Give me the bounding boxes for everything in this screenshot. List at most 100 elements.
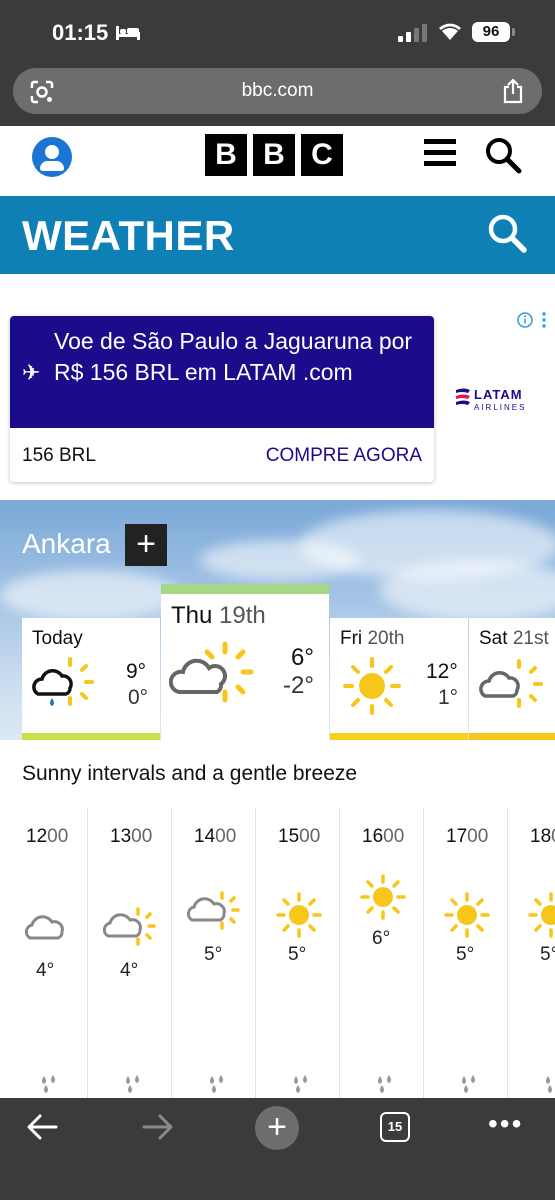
hour-label: 1200	[26, 826, 69, 847]
hour-label: 1600	[362, 826, 405, 847]
high-temp: 9°	[126, 660, 147, 683]
hour-temp: 4°	[36, 960, 55, 981]
hourly-slot[interactable]: 1200 4°	[4, 808, 88, 1098]
high-temp: 6°	[291, 644, 314, 671]
sunny-intervals-icon	[186, 891, 240, 930]
day-color-bar	[22, 733, 160, 740]
hour-label: 1500	[278, 826, 321, 847]
url-text: bbc.com	[241, 80, 314, 101]
day-name: Thu 19th	[171, 602, 266, 629]
day-name: Fri 20th	[340, 628, 405, 649]
wifi-icon	[439, 23, 461, 40]
cloud-icon	[24, 915, 64, 940]
sunny-intervals-icon	[102, 907, 156, 946]
logo-letter: B	[253, 134, 295, 176]
new-tab-button[interactable]: +	[255, 1106, 299, 1150]
ad-info-icon[interactable]	[516, 310, 550, 330]
latam-brand: LATAM	[474, 387, 523, 402]
sunny-icon	[528, 892, 555, 938]
share-icon[interactable]	[502, 78, 524, 104]
bbc-header: B B C	[0, 126, 555, 196]
day-name: Sat 21st	[479, 628, 549, 649]
hour-temp: 5°	[288, 944, 307, 965]
sunny-intervals-icon	[479, 659, 543, 708]
ad-footer: 156 BRL COMPRE AGORA	[10, 428, 434, 482]
day-card-thu[interactable]: Thu 19th 6° -2°	[161, 584, 329, 740]
day-color-bar	[469, 733, 555, 740]
precipitation-icon	[210, 1075, 223, 1093]
airplane-icon: ✈	[22, 360, 41, 385]
battery-indicator: 96	[472, 22, 515, 42]
sunny-icon	[360, 874, 406, 920]
low-temp: 0°	[128, 686, 149, 709]
weather-section-banner: WEATHER	[0, 196, 555, 274]
latam-logo[interactable]: LATAM AIRLINES	[454, 384, 524, 415]
hourly-slot[interactable]: 1500 5°	[256, 808, 340, 1098]
hour-temp: 5°	[540, 944, 555, 965]
hourly-slot[interactable]: 1700 5°	[424, 808, 508, 1098]
hourly-slot[interactable]: 1300 4°	[88, 808, 172, 1098]
ad-banner[interactable]: ✈ Voe de São Paulo a Jaguaruna por R$ 15…	[10, 316, 434, 428]
advertisement: ✈ Voe de São Paulo a Jaguaruna por R$ 15…	[0, 306, 555, 492]
status-bar: 01:15 96	[0, 0, 555, 64]
forecast-summary: Sunny intervals and a gentle breeze	[22, 762, 358, 785]
hourly-slot[interactable]: 1600 6°	[340, 808, 424, 1098]
cellular-signal-icon	[398, 24, 427, 42]
hour-temp: 4°	[120, 960, 139, 981]
sunny-icon	[343, 657, 401, 715]
day-card-sat[interactable]: Sat 21st	[469, 618, 555, 740]
status-time: 01:15	[52, 20, 109, 45]
day-card-fri[interactable]: Fri 20th 12° 1°	[330, 618, 468, 740]
browser-toolbar: bbc.com	[0, 64, 555, 126]
ad-cta-button[interactable]: COMPRE AGORA	[266, 445, 422, 467]
location-search-icon[interactable]	[486, 212, 528, 254]
search-icon[interactable]	[484, 136, 522, 174]
low-temp: 1°	[438, 686, 459, 709]
forecast-panel: Ankara + Today 9° 0° Thu 19th 6° -2° Fri…	[0, 500, 555, 740]
tab-switcher-button[interactable]: 15	[380, 1112, 410, 1142]
hour-label: 1700	[446, 826, 489, 847]
logo-letter: B	[205, 134, 247, 176]
hour-temp: 5°	[456, 944, 475, 965]
low-temp: -2°	[283, 672, 314, 699]
section-title[interactable]: WEATHER	[22, 212, 235, 260]
hour-temp: 5°	[204, 944, 223, 965]
day-name: Today	[32, 628, 83, 649]
forward-arrow-icon[interactable]	[142, 1112, 174, 1142]
sunny-intervals-icon	[169, 641, 254, 703]
browser-bottom-bar: + 15 •••	[0, 1098, 555, 1200]
precipitation-icon	[378, 1075, 391, 1093]
account-icon[interactable]	[32, 137, 72, 177]
hour-temp: 6°	[372, 928, 391, 949]
sunny-icon	[444, 892, 490, 938]
menu-icon[interactable]	[424, 139, 456, 169]
hourly-slot[interactable]: 1400 5°	[172, 808, 256, 1098]
ad-price: 156 BRL	[22, 445, 96, 466]
latam-logo-icon	[456, 388, 470, 405]
precipitation-icon	[462, 1075, 475, 1093]
hour-label: 1300	[110, 826, 153, 847]
precipitation-icon	[126, 1075, 139, 1093]
day-color-bar	[330, 733, 468, 740]
logo-letter: C	[301, 134, 343, 176]
hour-label: 180	[530, 826, 555, 847]
hourly-forecast[interactable]: 1200 4° 1300 4° 1400 5° 1500 5° 1600 6° …	[0, 808, 555, 1098]
hourly-slot[interactable]: 180 5°	[508, 808, 555, 1098]
location-name: Ankara	[22, 528, 111, 559]
day-card-today[interactable]: Today 9° 0°	[22, 618, 160, 740]
address-bar[interactable]: bbc.com	[13, 68, 542, 114]
ad-card[interactable]: ✈ Voe de São Paulo a Jaguaruna por R$ 15…	[10, 316, 434, 482]
more-options-icon[interactable]: •••	[488, 1110, 523, 1138]
ad-headline[interactable]: Voe de São Paulo a Jaguaruna por R$ 156 …	[54, 326, 428, 388]
sleep-mode-icon	[116, 26, 140, 40]
precipitation-icon	[42, 1075, 55, 1093]
light-rain-sunny-intervals-icon	[32, 657, 94, 706]
bbc-logo[interactable]: B B C	[205, 134, 343, 176]
hour-label: 1400	[194, 826, 237, 847]
latam-brand-sub: AIRLINES	[474, 403, 527, 412]
back-arrow-icon[interactable]	[26, 1112, 58, 1142]
precipitation-icon	[546, 1076, 552, 1093]
add-location-button[interactable]: +	[125, 524, 167, 566]
high-temp: 12°	[426, 660, 458, 683]
precipitation-icon	[294, 1075, 307, 1093]
